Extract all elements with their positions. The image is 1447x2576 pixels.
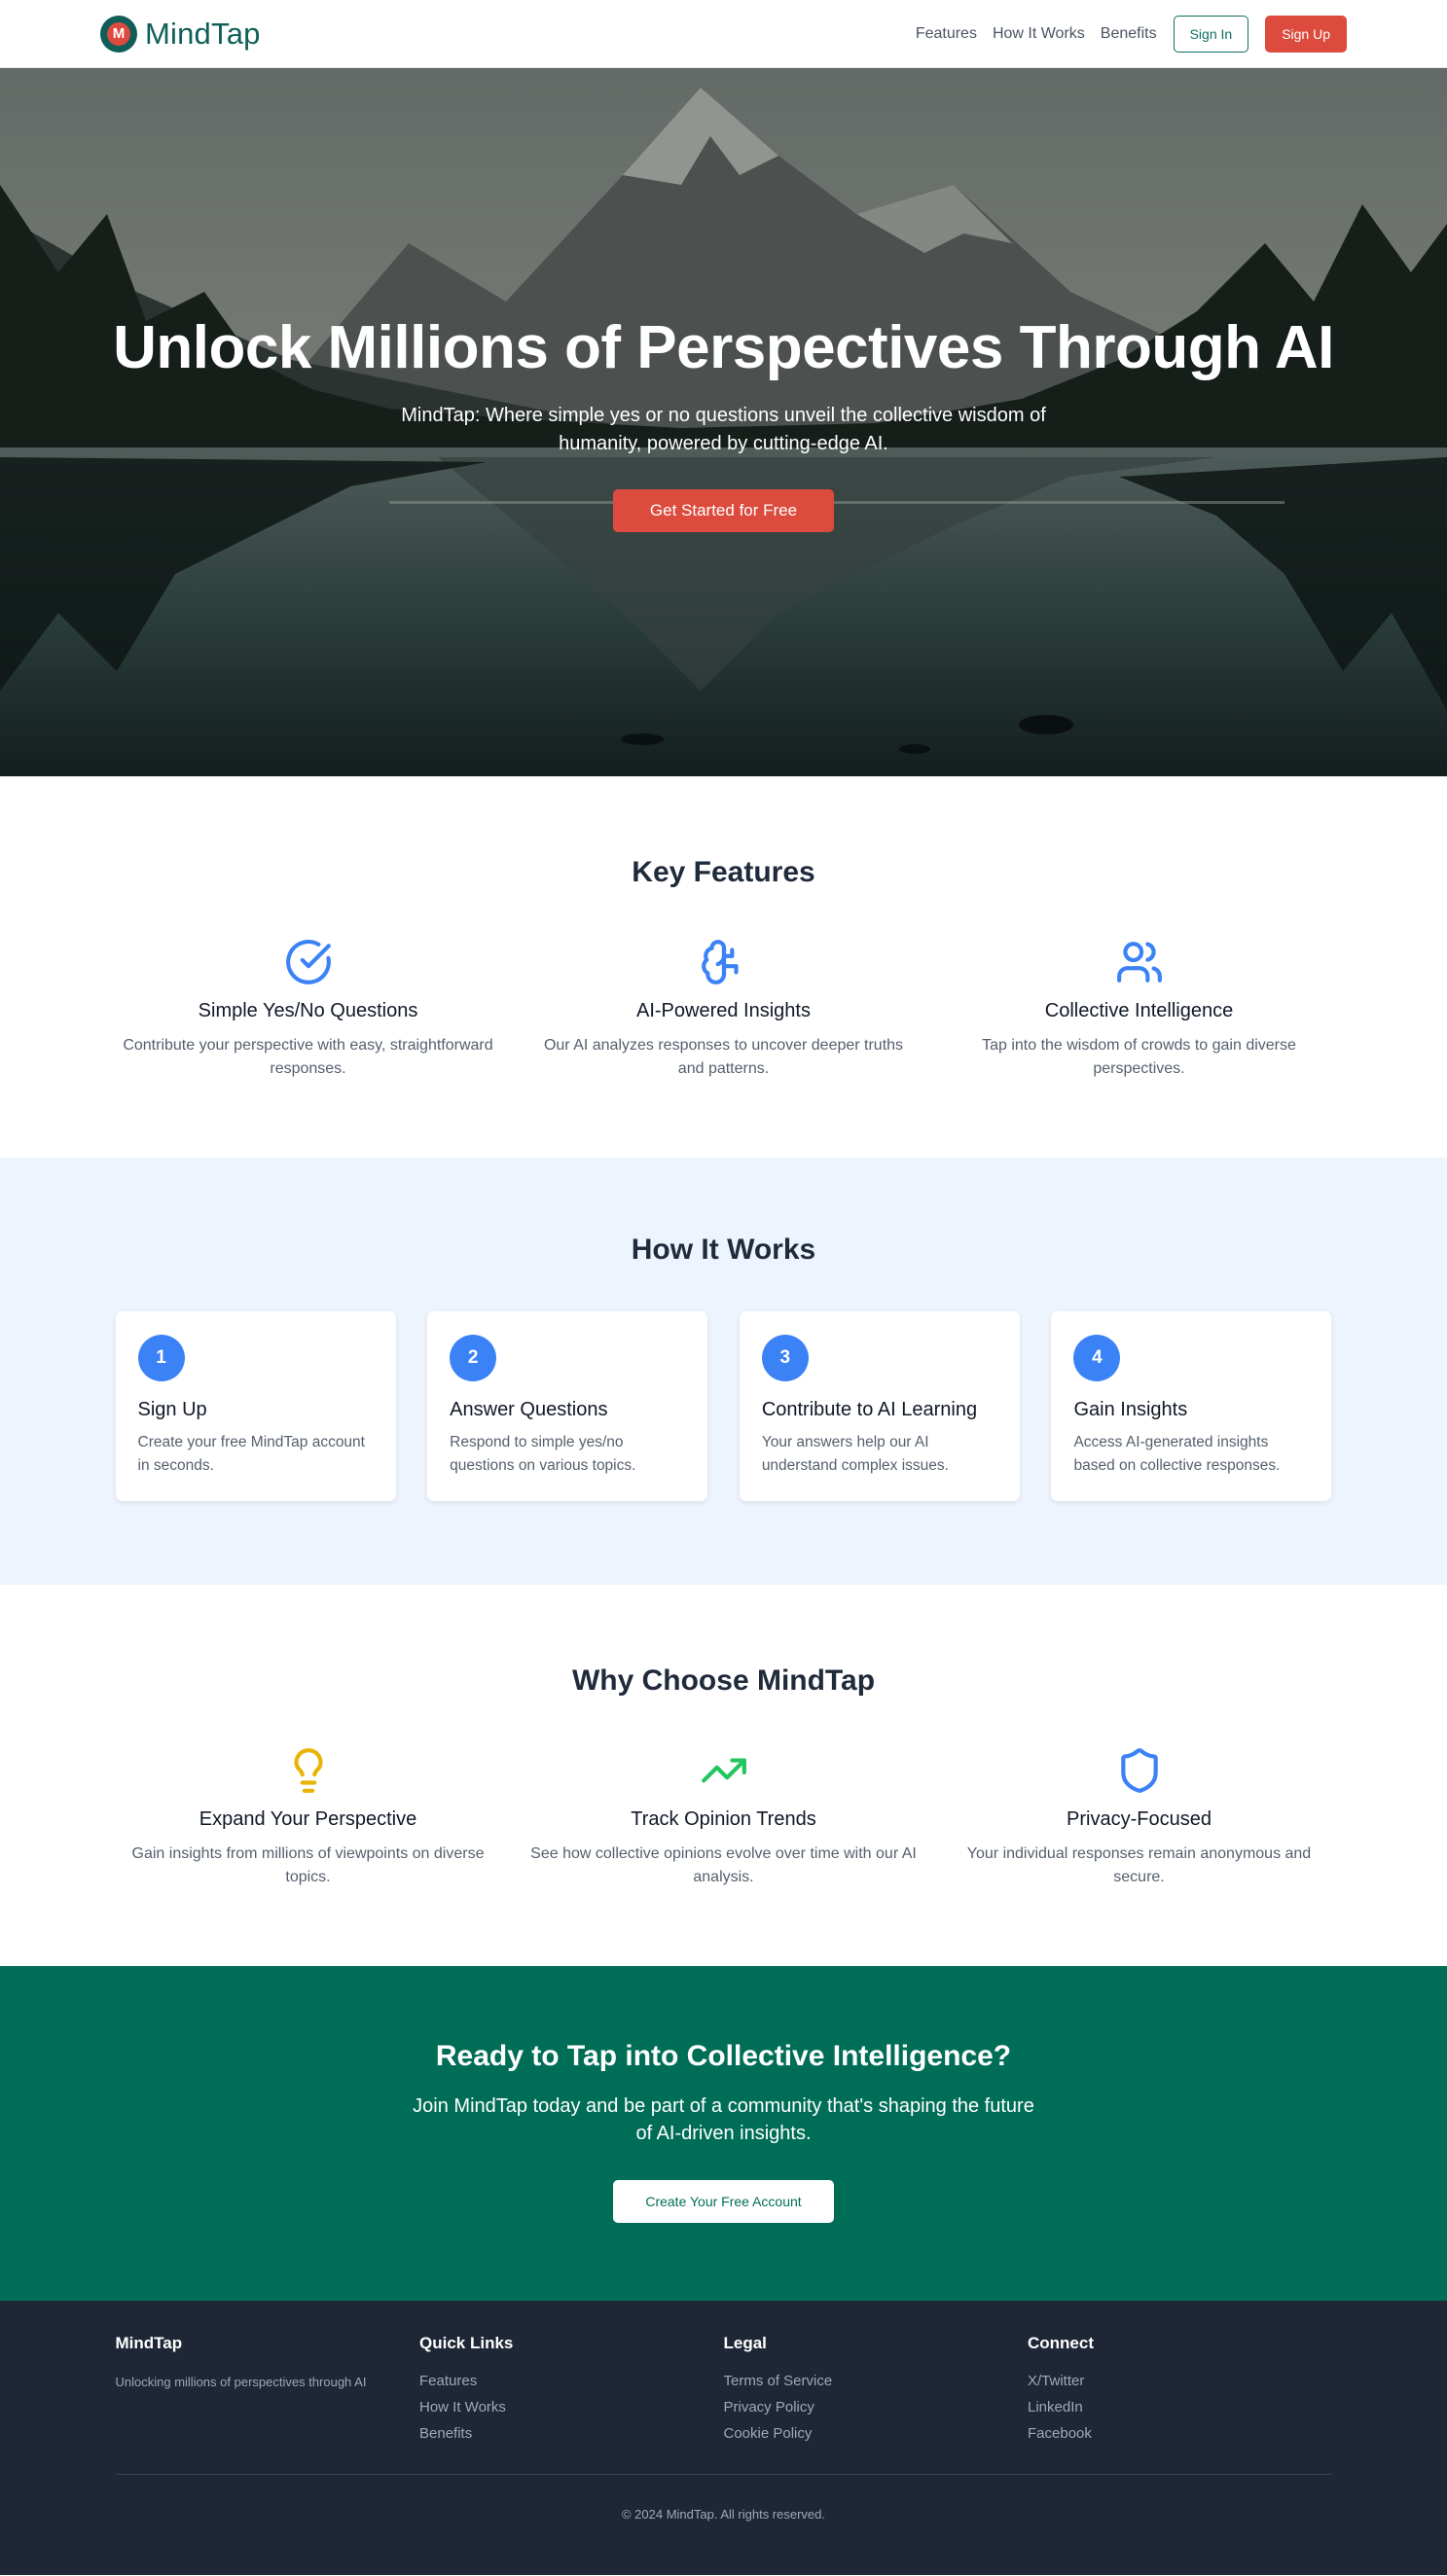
step-number-badge: 2 [450, 1335, 497, 1381]
footer-copyright: © 2024 MindTap. All rights reserved. [621, 2507, 825, 2522]
hero-content: Unlock Millions of Perspectives Through … [0, 313, 1447, 532]
key-features-title: Key Features [632, 856, 815, 888]
features-row: Simple Yes/No Questions Contribute your … [101, 938, 1347, 1081]
step-title: Gain Insights [1073, 1399, 1188, 1420]
hero-title: Unlock Millions of Perspectives Through … [113, 314, 1334, 381]
footer-connect-title: Connect [1028, 2334, 1094, 2352]
step-description: Create your free MindTap account in seco… [137, 1434, 365, 1474]
key-features-section: Key Features Simple Yes/No Questions Con… [0, 776, 1447, 1158]
footer-link-twitter[interactable]: X/Twitter [1028, 2373, 1332, 2389]
lightbulb-icon [293, 1748, 323, 1793]
users-icon [1116, 942, 1162, 983]
nav-link-benefits[interactable]: Benefits [1101, 25, 1157, 43]
benefits-row: Expand Your Perspective Gain insights fr… [101, 1746, 1347, 1889]
feature-item: Collective Intelligence Tap into the wis… [932, 938, 1347, 1081]
feature-description: Our AI analyzes responses to uncover dee… [543, 1037, 904, 1077]
step-description: Respond to simple yes/no questions on va… [450, 1434, 636, 1474]
hero-section: Unlock Millions of Perspectives Through … [0, 68, 1447, 776]
benefit-description: Your individual responses remain anonymo… [966, 1845, 1312, 1885]
how-it-works-section: How It Works 1 Sign Up Create your free … [0, 1158, 1447, 1585]
benefit-title: Track Opinion Trends [631, 1808, 816, 1830]
brain-icon [701, 940, 739, 984]
shield-icon [1120, 1748, 1158, 1793]
benefit-item: Track Opinion Trends See how collective … [517, 1746, 931, 1889]
why-choose-section: Why Choose MindTap Expand Your Perspecti… [0, 1585, 1447, 1966]
footer-link-features[interactable]: Features [419, 2373, 724, 2389]
step-description: Your answers help our AI understand comp… [761, 1434, 949, 1474]
how-it-works-title: How It Works [631, 1234, 816, 1266]
feature-item: AI-Powered Insights Our AI analyzes resp… [517, 938, 931, 1081]
nav-link-how-it-works[interactable]: How It Works [993, 25, 1085, 43]
get-started-button[interactable]: Get Started for Free [613, 489, 834, 532]
step-title: Sign Up [137, 1399, 207, 1420]
cta-section: Ready to Tap into Collective Intelligenc… [0, 1966, 1447, 2301]
benefit-item: Expand Your Perspective Gain insights fr… [101, 1746, 516, 1889]
step-card: 3 Contribute to AI Learning Your answers… [739, 1311, 1020, 1501]
footer-brand-column: MindTap Unlocking millions of perspectiv… [116, 2334, 420, 2442]
footer-link-linkedin[interactable]: LinkedIn [1028, 2399, 1332, 2415]
footer-brand: MindTap [115, 2334, 183, 2352]
nav-link-features[interactable]: Features [916, 25, 977, 43]
benefit-title: Expand Your Perspective [199, 1808, 417, 1830]
step-card: 4 Gain Insights Access AI-generated insi… [1051, 1311, 1332, 1501]
footer-legal-title: Legal [723, 2334, 767, 2352]
feature-title: AI-Powered Insights [636, 1000, 811, 1021]
brand-name: MindTap [145, 16, 261, 51]
benefit-title: Privacy-Focused [1067, 1808, 1212, 1830]
footer-quick-links-column: Quick Links Features How It Works Benefi… [419, 2334, 724, 2442]
footer-link-cookies[interactable]: Cookie Policy [724, 2425, 1029, 2442]
site-footer: MindTap Unlocking millions of perspectiv… [0, 2301, 1447, 2575]
sign-in-button[interactable]: Sign In [1173, 15, 1249, 53]
footer-legal-column: Legal Terms of Service Privacy Policy Co… [724, 2334, 1029, 2442]
feature-description: Tap into the wisdom of crowds to gain di… [982, 1037, 1296, 1077]
why-choose-title: Why Choose MindTap [571, 1664, 876, 1697]
brand-logo-link[interactable]: M MindTap [100, 15, 261, 53]
cta-text: Join MindTap today and be part of a comm… [413, 2095, 1034, 2144]
create-account-button[interactable]: Create Your Free Account [613, 2180, 834, 2223]
footer-divider [115, 2474, 1332, 2475]
footer-link-benefits[interactable]: Benefits [419, 2425, 724, 2442]
step-title: Contribute to AI Learning [761, 1399, 978, 1420]
cta-title: Ready to Tap into Collective Intelligenc… [435, 2040, 1012, 2072]
footer-link-privacy[interactable]: Privacy Policy [724, 2399, 1029, 2415]
step-description: Access AI-generated insights based on co… [1073, 1434, 1281, 1474]
benefit-description: See how collective opinions evolve over … [530, 1845, 917, 1885]
sign-up-button[interactable]: Sign Up [1265, 15, 1347, 53]
mindtap-logo-icon: M [100, 15, 137, 53]
step-number-badge: 4 [1073, 1335, 1121, 1381]
feature-title: Collective Intelligence [1044, 1000, 1234, 1021]
footer-columns: MindTap Unlocking millions of perspectiv… [116, 2334, 1332, 2442]
benefit-description: Gain insights from millions of viewpoint… [131, 1845, 485, 1885]
step-number-badge: 3 [761, 1335, 809, 1381]
step-card: 1 Sign Up Create your free MindTap accou… [115, 1311, 396, 1501]
steps-row: 1 Sign Up Create your free MindTap accou… [115, 1311, 1332, 1501]
footer-connect-column: Connect X/Twitter LinkedIn Facebook [1028, 2334, 1332, 2442]
benefit-item: Privacy-Focused Your individual response… [932, 1746, 1347, 1889]
footer-quick-links-title: Quick Links [419, 2334, 514, 2352]
footer-link-terms[interactable]: Terms of Service [724, 2373, 1029, 2389]
top-navbar: M MindTap Features How It Works Benefits… [0, 0, 1447, 68]
footer-link-how-it-works[interactable]: How It Works [419, 2399, 724, 2415]
footer-link-facebook[interactable]: Facebook [1028, 2425, 1332, 2442]
step-card: 2 Answer Questions Respond to simple yes… [427, 1311, 708, 1501]
step-number-badge: 1 [137, 1335, 185, 1381]
check-circle-icon [285, 940, 331, 984]
hero-subtitle: MindTap: Where simple yes or no question… [401, 405, 1046, 454]
trending-up-icon [701, 1758, 746, 1783]
logo-letter: M [107, 21, 130, 46]
step-title: Answer Questions [450, 1399, 608, 1420]
nav-menu: Features How It Works Benefits Sign In S… [900, 15, 1347, 53]
footer-tagline: Unlocking millions of perspectives throu… [115, 2375, 367, 2389]
feature-item: Simple Yes/No Questions Contribute your … [101, 938, 516, 1081]
feature-title: Simple Yes/No Questions [198, 1000, 418, 1021]
feature-description: Contribute your perspective with easy, s… [123, 1037, 493, 1077]
